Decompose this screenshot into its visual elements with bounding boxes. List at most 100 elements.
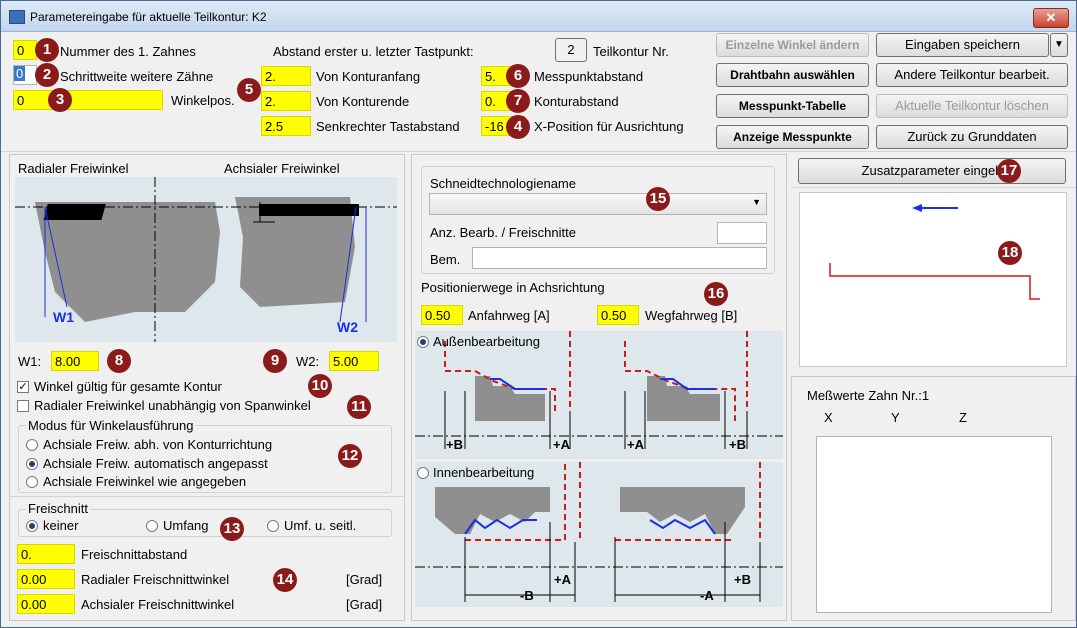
winkel-gueltig-checkbox[interactable]: ✓ <box>17 381 29 393</box>
top-divider <box>1 151 1076 152</box>
badge-17: 17 <box>997 159 1021 183</box>
winkelpos-label: Winkelpos. <box>171 93 235 108</box>
anfahrweg-label: Anfahrweg [A] <box>468 308 550 323</box>
drahtbahn-button[interactable]: Drahtbahn auswählen <box>716 63 869 87</box>
left-divider <box>9 496 405 497</box>
contour-preview <box>799 192 1067 367</box>
w1-input[interactable]: 8.00 <box>51 351 99 371</box>
schrittweite-value: 0 <box>14 66 26 81</box>
radialer-freiwinkel-label: Radialer Freiwinkel <box>18 161 129 176</box>
bem-label: Bem. <box>430 252 461 267</box>
aussen-diagram <box>415 331 783 459</box>
innen-radio[interactable] <box>417 467 429 479</box>
freischnitt-radio-umfang[interactable] <box>146 520 158 532</box>
von-konturanfang-input[interactable]: 2. <box>261 66 311 86</box>
von-konturanfang-label: Von Konturanfang <box>316 69 421 84</box>
badge-12: 12 <box>338 444 362 468</box>
innen-dim-plus-a: +A <box>554 572 571 587</box>
modus-radio-1[interactable] <box>26 439 38 451</box>
badge-15: 15 <box>646 187 670 211</box>
achsial-fs-label: Achsialer Freischnittwinkel <box>81 597 235 612</box>
aussen-dim-plus-a-1: +A <box>553 437 570 452</box>
badge-18: 18 <box>998 241 1022 265</box>
badge-5: 5 <box>237 78 261 102</box>
schrittweite-input[interactable]: 0 <box>13 65 37 85</box>
speichern-dropdown-button[interactable]: ▼ <box>1050 33 1068 57</box>
main-window: Parametereingabe für aktuelle Teilkontur… <box>0 0 1077 628</box>
andere-teilkontur-button[interactable]: Andere Teilkontur bearbeit. <box>876 63 1068 87</box>
senkrechter-label: Senkrechter Tastabstand <box>316 119 460 134</box>
einzelne-winkel-button[interactable]: Einzelne Winkel ändern <box>716 33 869 57</box>
badge-14: 14 <box>273 568 297 592</box>
modus-title: Modus für Winkelausführung <box>26 418 196 433</box>
freischnitt-radio-keiner[interactable] <box>26 520 38 532</box>
innen-drawing <box>415 462 783 602</box>
modus-option-3: Achsiale Freiwinkel wie angegeben <box>43 474 247 489</box>
anz-bearb-label: Anz. Bearb. / Freischnitte <box>430 225 576 240</box>
aussen-dim-plus-b-1: +B <box>446 437 463 452</box>
wegfahrweg-input[interactable]: 0.50 <box>597 305 639 325</box>
von-konturende-input[interactable]: 2. <box>261 91 311 111</box>
teilkontur-value: 2 <box>555 38 587 62</box>
freischnitt-radio-umf-seitl[interactable] <box>267 520 279 532</box>
freischnitt-option-umfang: Umfang <box>163 518 209 533</box>
app-icon <box>9 10 25 24</box>
von-konturende-label: Von Konturende <box>316 94 410 109</box>
anzeige-messpunkte-button[interactable]: Anzeige Messpunkte <box>716 125 869 149</box>
w1-label: W1: <box>18 354 42 369</box>
xpos-label: X-Position für Ausrichtung <box>534 119 684 134</box>
close-button[interactable]: ✕ <box>1033 8 1069 28</box>
innen-dim-plus-b: +B <box>734 572 751 587</box>
w2-label: W2: <box>296 354 320 369</box>
zahn-nr-input[interactable]: 0 <box>13 40 37 60</box>
chevron-down-icon: ▼ <box>752 197 761 207</box>
innen-dim-minus-b: -B <box>520 588 534 603</box>
aktuelle-loeschen-button[interactable]: Aktuelle Teilkontur löschen <box>876 94 1068 118</box>
schrittweite-label: Schrittweite weitere Zähne <box>60 69 214 84</box>
achsialer-freiwinkel-label: Achsialer Freiwinkel <box>224 161 340 176</box>
anz-bearb-input[interactable] <box>717 222 767 244</box>
senkrechter-input[interactable]: 2.5 <box>261 116 311 136</box>
radial-unabh-checkbox[interactable] <box>17 400 29 412</box>
freischnittabstand-label: Freischnittabstand <box>81 547 188 562</box>
window-title: Parametereingabe für aktuelle Teilkontur… <box>30 10 267 24</box>
modus-radio-2[interactable] <box>26 458 38 470</box>
konturabstand-label: Konturabstand <box>534 94 619 109</box>
schneidtech-select[interactable]: ▼ <box>429 193 767 215</box>
positionier-label: Positionierwege in Achsrichtung <box>421 280 605 295</box>
messwerte-label: Meßwerte Zahn Nr.:1 <box>807 388 930 403</box>
radial-fs-input[interactable]: 0.00 <box>17 569 75 589</box>
anfahrweg-input[interactable]: 0.50 <box>421 305 463 325</box>
w1-diagram-label: W1 <box>53 309 74 325</box>
messwerte-col-y: Y <box>891 410 900 425</box>
aussen-drawing <box>415 331 783 449</box>
badge-3: 3 <box>48 88 72 112</box>
eingaben-speichern-button[interactable]: Eingaben speichern <box>876 33 1049 57</box>
achsial-fs-input[interactable]: 0.00 <box>17 594 75 614</box>
radial-fs-unit: [Grad] <box>346 572 383 587</box>
messpunkt-tabelle-button[interactable]: Messpunkt-Tabelle <box>716 94 869 118</box>
freischnittabstand-input[interactable]: 0. <box>17 544 75 564</box>
badge-11: 11 <box>347 395 371 419</box>
winkelpos-input[interactable]: 0 <box>13 90 163 110</box>
zurueck-button[interactable]: Zurück zu Grunddaten <box>876 125 1068 149</box>
badge-7: 7 <box>506 89 530 113</box>
freischnitt-option-keiner: keiner <box>43 518 79 533</box>
modus-radio-3[interactable] <box>26 476 38 488</box>
badge-1: 1 <box>35 38 59 62</box>
badge-8: 8 <box>107 349 131 373</box>
badge-4: 4 <box>506 115 530 139</box>
w2-diagram-label: W2 <box>337 319 358 335</box>
w2-input[interactable]: 5.00 <box>329 351 379 371</box>
winkel-gueltig-label: Winkel gültig für gesamte Kontur <box>34 379 222 394</box>
messwerte-list[interactable] <box>816 436 1052 613</box>
aussen-label: Außenbearbeitung <box>433 334 540 349</box>
messwerte-col-z: Z <box>959 410 967 425</box>
title-bar: Parametereingabe für aktuelle Teilkontur… <box>1 1 1076 32</box>
bem-input[interactable] <box>472 247 767 269</box>
aussen-radio[interactable] <box>417 336 429 348</box>
badge-13: 13 <box>220 517 244 541</box>
messpunktabstand-label: Messpunktabstand <box>534 69 644 84</box>
teilkontur-label: Teilkontur Nr. <box>593 44 669 59</box>
zusatzparameter-button[interactable]: Zusatzparameter eingeb <box>798 158 1066 184</box>
